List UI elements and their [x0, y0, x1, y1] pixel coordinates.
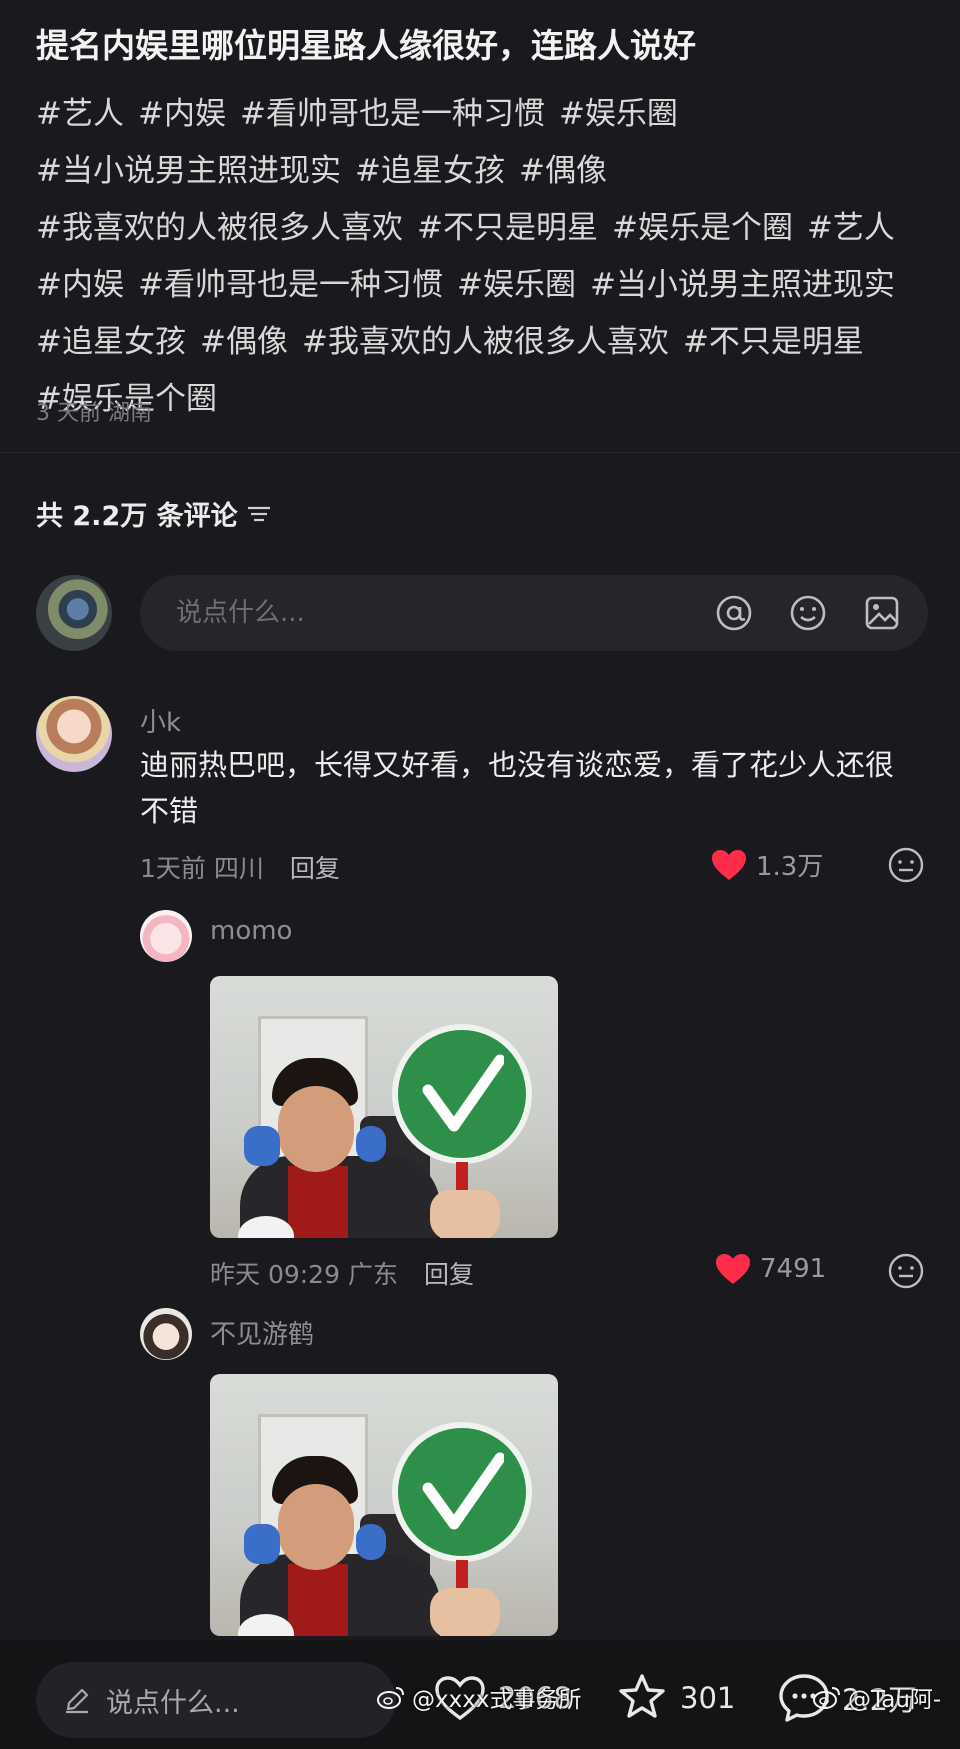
watermark-text: @xxxx式事务所	[412, 1687, 582, 1713]
hashtag[interactable]: #艺人	[36, 86, 124, 143]
like-button[interactable]: 1.3万	[710, 846, 823, 883]
hashtag[interactable]: #不只是明星	[683, 314, 864, 371]
sticker-image[interactable]	[210, 1374, 558, 1636]
bottom-comment-input[interactable]: 说点什么...	[36, 1662, 396, 1738]
checkmark-icon	[422, 1054, 504, 1132]
hashtag[interactable]: #看帅哥也是一种习惯	[138, 257, 443, 314]
checkmark-icon	[422, 1452, 504, 1530]
weibo-icon	[813, 1687, 840, 1709]
like-count: 1.3万	[756, 852, 824, 882]
post-meta: 3 天前 湖南	[36, 401, 152, 426]
watermark: @Tau阿-	[812, 1680, 941, 1714]
bottom-input-placeholder: 说点什么...	[106, 1687, 240, 1719]
comments-header[interactable]: 共 2.2万 条评论	[36, 494, 272, 533]
hashtag[interactable]: #不只是明星	[417, 200, 598, 257]
hashtag[interactable]: #内娱	[138, 86, 226, 143]
watermark-text: @Tau阿-	[848, 1687, 942, 1713]
reply-button[interactable]: 回复	[424, 1255, 474, 1291]
favorite-button[interactable]: 301	[614, 1670, 735, 1726]
watermark: @xxxx式事务所	[376, 1680, 581, 1714]
hashtag-list: #艺人 #内娱 #看帅哥也是一种习惯 #娱乐圈 #当小说男主照进现实 #追星女孩…	[36, 86, 926, 428]
post-title: 提名内娱里哪位明星路人缘很好，连路人说好	[36, 26, 696, 65]
sticker-image[interactable]	[210, 976, 558, 1238]
hashtag[interactable]: #娱乐是个圈	[612, 200, 793, 257]
hashtag[interactable]: #看帅哥也是一种习惯	[240, 86, 545, 143]
star-icon	[619, 1674, 665, 1718]
hashtag[interactable]: #偶像	[519, 143, 607, 200]
hashtag[interactable]: #追星女孩	[355, 143, 505, 200]
hashtag[interactable]: #艺人	[807, 200, 895, 257]
comment-time: 1天前 四川	[140, 854, 264, 883]
heart-icon	[716, 1254, 750, 1284]
more-icon[interactable]	[886, 845, 926, 885]
hashtag[interactable]: #内娱	[36, 257, 124, 314]
favorite-count: 301	[680, 1681, 736, 1715]
divider	[0, 452, 960, 453]
hashtag[interactable]: #追星女孩	[36, 314, 186, 371]
like-button[interactable]: 7491	[714, 1252, 826, 1286]
reply-username[interactable]: momo	[210, 916, 292, 946]
avatar[interactable]	[36, 696, 112, 772]
sort-icon[interactable]	[246, 503, 272, 525]
comment-count: 共 2.2万 条评论	[36, 501, 238, 532]
avatar[interactable]	[140, 910, 192, 962]
weibo-icon	[377, 1687, 404, 1709]
image-icon[interactable]	[862, 593, 902, 633]
pencil-icon	[66, 1688, 89, 1714]
hashtag[interactable]: #娱乐圈	[457, 257, 576, 314]
reply-button[interactable]: 回复	[290, 849, 340, 885]
hashtag[interactable]: #当小说男主照进现实	[590, 257, 895, 314]
comment-meta: 1天前 四川 回复	[140, 849, 340, 885]
my-avatar[interactable]	[36, 575, 112, 651]
reply-meta: 昨天 09:29 广东 回复	[210, 1255, 474, 1291]
emoji-icon[interactable]	[788, 593, 828, 633]
hashtag[interactable]: #我喜欢的人被很多人喜欢	[302, 314, 669, 371]
comment-username[interactable]: 小k	[140, 702, 181, 739]
more-icon[interactable]	[886, 1251, 926, 1291]
reply-username[interactable]: 不见游鹤	[210, 1314, 314, 1351]
comment-compose-box[interactable]	[140, 575, 928, 651]
like-count: 7491	[760, 1254, 827, 1284]
hashtag[interactable]: #偶像	[200, 314, 288, 371]
reply-time: 昨天 09:29 广东	[210, 1260, 398, 1289]
heart-icon	[712, 849, 746, 880]
hashtag[interactable]: #娱乐圈	[559, 86, 678, 143]
hashtag[interactable]: #我喜欢的人被很多人喜欢	[36, 200, 403, 257]
hashtag[interactable]: #当小说男主照进现实	[36, 143, 341, 200]
avatar[interactable]	[140, 1308, 192, 1360]
comment-input[interactable]	[176, 598, 676, 628]
at-icon[interactable]	[714, 593, 754, 633]
comment-text: 迪丽热巴吧，长得又好看，也没有谈恋爱，看了花少人还很不错	[140, 748, 895, 828]
